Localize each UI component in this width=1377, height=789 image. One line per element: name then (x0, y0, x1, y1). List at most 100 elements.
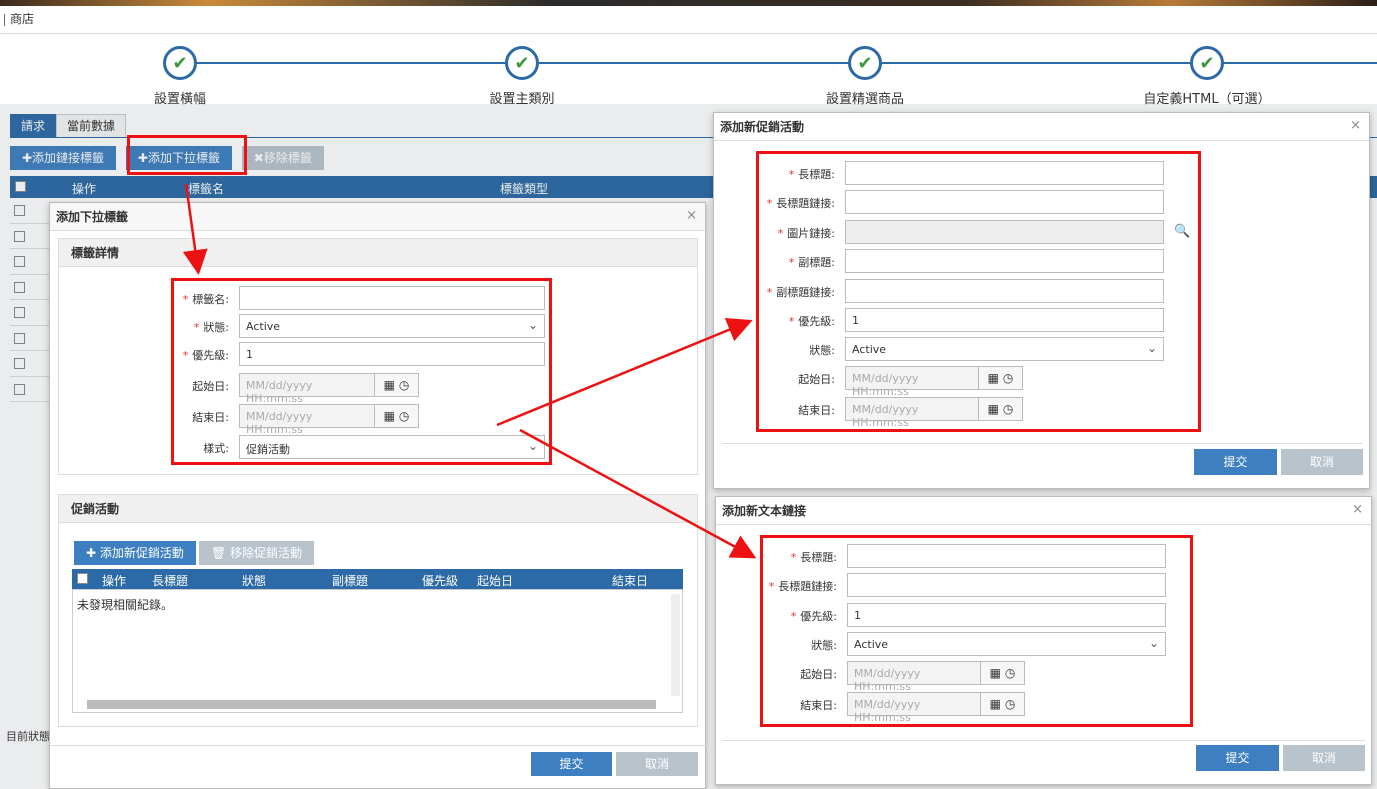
start-date-label: 起始日: (798, 373, 835, 386)
status-value: Active (246, 320, 281, 333)
calendar-icon[interactable]: ▦ (384, 409, 395, 423)
required-mark: * (182, 293, 189, 306)
column-header[interactable]: 狀態 (242, 572, 266, 589)
promo-grid-header: 操作 長標題 狀態 副標題 優先級 起始日 結束日 (72, 569, 683, 589)
long-title-link-input[interactable] (845, 190, 1164, 214)
calendar-icon[interactable]: ▦ (990, 666, 1001, 680)
status-select[interactable]: Active ⌄ (845, 337, 1164, 361)
start-date-label: 起始日: (800, 668, 837, 681)
image-link-row: * 圖片鏈接: (778, 220, 1164, 244)
field-label: * 優先級: (183, 347, 229, 363)
field-label: * 長標題鏈接: (769, 578, 837, 594)
column-header[interactable]: 優先級 (422, 572, 458, 589)
start-date-label: 起始日: (192, 380, 229, 393)
add-promo-button[interactable]: ✚ 添加新促銷活動 (74, 541, 196, 565)
status-row: 狀態: Active ⌄ (809, 337, 1164, 361)
end-date-input[interactable]: MM/dd/yyyy HH:mm:ss (847, 692, 981, 724)
submit-button[interactable]: 提交 (531, 752, 612, 776)
clock-icon[interactable]: ◷ (1005, 666, 1015, 680)
search-icon[interactable]: 🔍 (1174, 224, 1190, 239)
calendar-icon[interactable]: ▦ (988, 402, 999, 416)
calendar-icon[interactable]: ▦ (988, 371, 999, 385)
column-header[interactable]: 結束日 (612, 572, 648, 589)
subtitle-link-input[interactable] (845, 279, 1164, 303)
wizard-step-3[interactable]: ✔ 設置精選商品 (755, 46, 975, 107)
end-date-input[interactable]: MM/dd/yyyy HH:mm:ss (845, 397, 979, 429)
start-date-input[interactable]: MM/dd/yyyy HH:mm:ss (847, 661, 981, 693)
clock-icon[interactable]: ◷ (399, 409, 409, 423)
priority-input[interactable]: 1 (847, 603, 1166, 627)
tag-name-row: * 標籤名: (183, 286, 545, 310)
style-select[interactable]: 促銷活動 ⌄ (239, 435, 545, 459)
column-header[interactable]: 操作 (102, 572, 126, 589)
cancel-button[interactable]: 取消 (1281, 449, 1363, 475)
clock-icon[interactable]: ◷ (1005, 697, 1015, 711)
wizard-step-1[interactable]: ✔ 設置橫幅 (70, 46, 290, 107)
long-title-label: 長標題: (800, 551, 837, 564)
status-label: 狀態: (203, 321, 229, 334)
select-all-checkbox[interactable] (77, 573, 88, 584)
start-date-input[interactable]: MM/dd/yyyy HH:mm:ss (239, 373, 375, 405)
column-header[interactable]: 長標題 (152, 572, 188, 589)
panel-title: 標籤詳情 (59, 239, 697, 267)
clock-icon[interactable]: ◷ (399, 378, 409, 392)
modal-footer-divider (50, 745, 707, 746)
cancel-button[interactable]: 取消 (616, 752, 698, 776)
long-title-link-label: 長標題鏈接: (776, 197, 835, 210)
status-select[interactable]: Active ⌄ (847, 632, 1166, 656)
column-header[interactable]: 起始日 (477, 572, 513, 589)
column-header[interactable]: 副標題 (332, 572, 368, 589)
style-row: 樣式: 促銷活動 ⌄ (203, 435, 545, 459)
cancel-button[interactable]: 取消 (1283, 745, 1365, 771)
end-date-row: 結束日: MM/dd/yyyy HH:mm:ss ▦ ◷ (798, 397, 1025, 429)
subtitle-row: * 副標題: (789, 249, 1164, 273)
date-picker-buttons: ▦ ◷ (981, 692, 1025, 716)
required-mark: * (182, 349, 189, 362)
close-icon[interactable]: × (686, 208, 697, 223)
tag-name-input[interactable] (239, 286, 545, 310)
horizontal-scrollbar[interactable] (87, 700, 656, 709)
subtitle-input[interactable] (845, 249, 1164, 273)
clock-icon[interactable]: ◷ (1003, 371, 1013, 385)
start-date-input[interactable]: MM/dd/yyyy HH:mm:ss (845, 366, 979, 398)
required-mark: * (788, 256, 795, 269)
field-label: * 副標題: (789, 254, 835, 270)
priority-input[interactable]: 1 (239, 342, 545, 366)
close-icon[interactable]: × (1352, 502, 1363, 517)
wizard-step-4[interactable]: ✔ 自定義HTML（可選） (1097, 46, 1317, 107)
long-title-label: 長標題: (798, 168, 835, 181)
calendar-icon[interactable]: ▦ (384, 378, 395, 392)
field-label: * 優先級: (789, 313, 835, 329)
date-picker-buttons: ▦ ◷ (981, 661, 1025, 685)
required-mark: * (768, 580, 775, 593)
panel-title: 促銷活動 (59, 495, 697, 523)
field-label: * 優先級: (791, 608, 837, 624)
clock-icon[interactable]: ◷ (1003, 402, 1013, 416)
status-select[interactable]: Active ⌄ (239, 314, 545, 338)
image-link-input[interactable] (845, 220, 1164, 244)
status-label: 狀態: (809, 344, 835, 357)
long-title-link-row: * 長標題鏈接: (769, 573, 1166, 597)
status-value: Active (852, 343, 887, 356)
priority-row: * 優先級: 1 (789, 308, 1164, 332)
long-title-link-row: * 長標題鏈接: (767, 190, 1164, 214)
date-picker-buttons: ▦ ◷ (979, 397, 1023, 421)
submit-button[interactable]: 提交 (1194, 449, 1277, 475)
priority-row: * 優先級: 1 (183, 342, 545, 366)
end-date-input[interactable]: MM/dd/yyyy HH:mm:ss (239, 404, 375, 436)
close-icon[interactable]: × (1350, 118, 1361, 133)
wizard-step-2[interactable]: ✔ 設置主類別 (412, 46, 632, 107)
long-title-input[interactable] (845, 161, 1164, 185)
calendar-icon[interactable]: ▦ (990, 697, 1001, 711)
modal-footer-divider (722, 443, 1363, 444)
priority-label: 優先級: (800, 610, 837, 623)
remove-promo-button[interactable]: 🗑 移除促銷活動 (199, 541, 315, 565)
vertical-scrollbar[interactable] (671, 594, 680, 696)
breadcrumb-label[interactable]: 商店 (10, 12, 34, 26)
priority-input[interactable]: 1 (845, 308, 1164, 332)
long-title-link-label: 長標題鏈接: (778, 580, 837, 593)
long-title-input[interactable] (847, 544, 1166, 568)
submit-button[interactable]: 提交 (1196, 745, 1279, 771)
long-title-link-input[interactable] (847, 573, 1166, 597)
required-mark: * (788, 168, 795, 181)
